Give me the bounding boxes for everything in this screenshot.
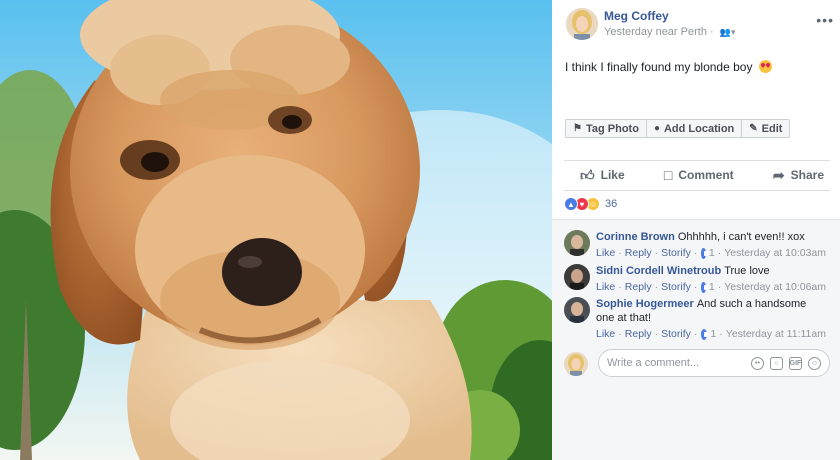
like-badge-icon — [701, 328, 710, 340]
more-options-icon[interactable]: ••• — [816, 12, 834, 28]
edit-button[interactable]: ✎ Edit — [741, 119, 791, 138]
share-arrow-icon: ➦ — [772, 166, 785, 183]
emoji-icon[interactable]: •• — [751, 356, 764, 370]
commenter-avatar[interactable] — [564, 230, 590, 256]
comment-reply-link[interactable]: Reply — [625, 327, 652, 341]
add-location-button[interactable]: ● Add Location — [645, 119, 743, 138]
comment-text: True love — [724, 265, 770, 277]
comment-like-link[interactable]: Like — [596, 327, 615, 341]
photo-viewer[interactable] — [0, 0, 552, 460]
comment-like-count[interactable]: 1 — [709, 246, 715, 260]
comment-composer: •• ○ GIF ☺ — [564, 349, 830, 379]
post-side-panel: Meg Coffey Yesterday near Perth · 👥▾ •••… — [552, 0, 840, 460]
comment-timestamp[interactable]: Yesterday at 11:11am — [726, 327, 826, 341]
like-button[interactable]: 👍︎ Like — [580, 167, 625, 184]
comment-body: Sidni Cordell Winetroub True love Like · R… — [596, 264, 826, 294]
gif-icon[interactable]: GIF — [789, 356, 802, 370]
tag-photo-label: Tag Photo — [585, 122, 639, 135]
comment-timestamp[interactable]: Yesterday at 10:03am — [724, 246, 826, 260]
comment-input-box[interactable]: •• ○ GIF ☺ — [598, 349, 830, 377]
like-reaction-icon: ▲ — [564, 197, 578, 211]
comment-button[interactable]: □ Comment — [664, 167, 734, 183]
comment-author[interactable]: Sophie Hogermeer — [596, 298, 694, 310]
comment-like-count[interactable]: 1 — [709, 280, 715, 294]
comment-meta: Like · Reply · Storify · 1 · Yesterday at 11… — [596, 327, 826, 341]
post-author-name[interactable]: Meg Coffey — [604, 9, 669, 23]
share-button[interactable]: ➦ Share — [773, 167, 824, 184]
comments-section: Corinne Brown Ohhhhh, i can't even!! xox … — [552, 219, 840, 460]
comment-reply-link[interactable]: Reply — [625, 246, 652, 260]
comment-body: Corinne Brown Ohhhhh, i can't even!! xox … — [596, 230, 826, 260]
post-caption-text: I think I finally found my blonde boy — [565, 60, 753, 74]
commenter-avatar[interactable] — [564, 264, 590, 290]
composer-icons: •• ○ GIF ☺ — [751, 356, 821, 370]
commenter-avatar[interactable] — [564, 297, 590, 323]
friends-icon[interactable]: 👥▾ — [720, 27, 736, 37]
comment-reply-link[interactable]: Reply — [625, 280, 652, 294]
camera-icon[interactable]: ○ — [770, 356, 783, 370]
reaction-count[interactable]: 36 — [605, 198, 617, 210]
comment-label: Comment — [678, 168, 734, 182]
comment-storify-link[interactable]: Storify — [661, 280, 691, 294]
pencil-icon: ✎ — [749, 123, 758, 134]
current-user-avatar — [564, 352, 588, 376]
comment-like-link[interactable]: Like — [596, 280, 615, 294]
post-header: Meg Coffey Yesterday near Perth · 👥▾ ••• — [564, 6, 834, 46]
comment-storify-link[interactable]: Storify — [661, 327, 691, 341]
post-caption: I think I finally found my blonde boy — [565, 60, 772, 74]
post-action-bar: 👍︎ Like □ Comment ➦ Share — [564, 161, 830, 189]
comment-text: Ohhhhh, i can't even!! xox — [677, 231, 805, 243]
location-pin-icon: ● — [653, 123, 660, 134]
comment-author[interactable]: Corinne Brown — [596, 231, 675, 243]
author-avatar[interactable] — [566, 8, 598, 40]
comment-bubble-icon: □ — [663, 167, 673, 183]
thumbs-up-icon: 👍︎ — [580, 166, 595, 183]
add-location-label: Add Location — [663, 122, 735, 135]
comment-meta: Like · Reply · Storify · 1 · Yesterday at 10… — [596, 246, 826, 260]
post-meta: Yesterday near Perth · 👥▾ — [604, 26, 735, 38]
comment-storify-link[interactable]: Storify — [661, 246, 691, 260]
post-timestamp-location[interactable]: Yesterday near Perth · — [604, 26, 714, 38]
tag-icon: ⚑ — [573, 123, 582, 134]
photo-action-group: ⚑ Tag Photo ● Add Location ✎ Edit — [565, 119, 791, 138]
comment-author[interactable]: Sidni Cordell Winetroub — [596, 265, 721, 277]
reaction-summary[interactable]: ▲ ♥ ☺ 36 — [564, 197, 617, 211]
dog-photo — [0, 0, 552, 460]
share-label: Share — [790, 168, 824, 182]
sticker-icon[interactable]: ☺ — [808, 356, 821, 370]
divider — [564, 190, 830, 191]
comment-like-link[interactable]: Like — [596, 246, 615, 260]
like-label: Like — [600, 168, 625, 182]
comment-body: Sophie Hogermeer And such a handsome one … — [596, 297, 826, 341]
comment-timestamp[interactable]: Yesterday at 10:06am — [724, 280, 826, 294]
heart-eyes-emoji-icon — [758, 60, 772, 73]
like-badge-icon — [701, 281, 709, 293]
comment-meta: Like · Reply · Storify · 1 · Yesterday at 10… — [596, 280, 826, 294]
like-badge-icon — [701, 247, 709, 259]
comment-input[interactable] — [607, 357, 737, 369]
comment-like-count[interactable]: 1 — [710, 327, 716, 341]
edit-label: Edit — [761, 122, 783, 135]
tag-photo-button[interactable]: ⚑ Tag Photo — [565, 119, 647, 138]
